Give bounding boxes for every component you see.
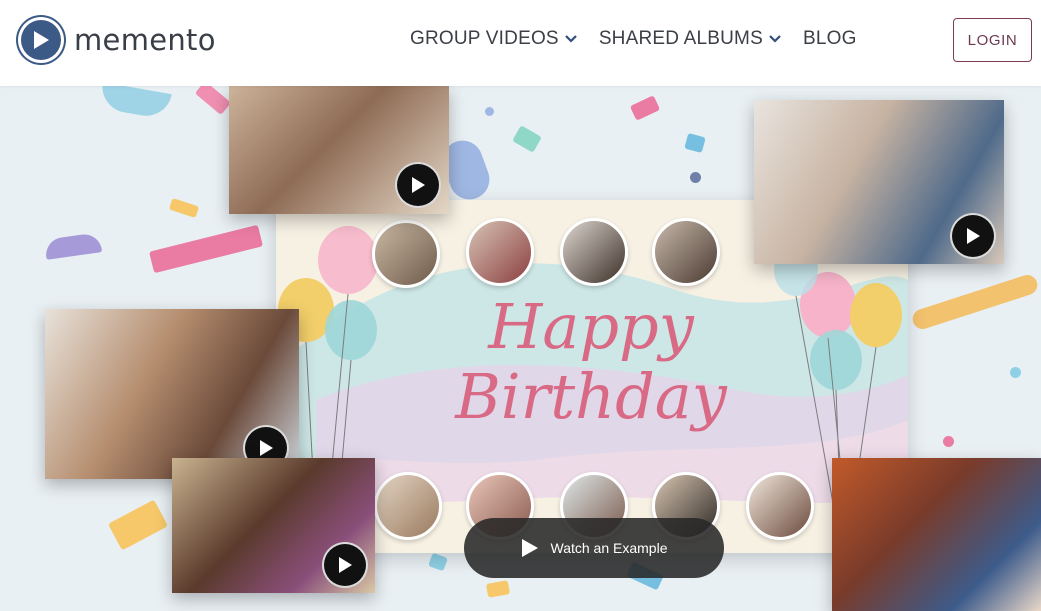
video-thumbnail[interactable] — [754, 100, 1004, 264]
confetti-piece — [910, 272, 1040, 332]
confetti-piece — [684, 132, 706, 154]
confetti-piece — [108, 499, 168, 551]
nav-label: BLOG — [802, 28, 857, 49]
confetti-piece — [194, 80, 232, 116]
confetti-piece — [690, 172, 701, 183]
avatar — [652, 218, 720, 286]
confetti-piece — [149, 224, 263, 274]
nav-label: SHARED ALBUMS — [598, 28, 763, 49]
confetti-piece — [512, 125, 542, 153]
confetti-piece — [1010, 367, 1021, 378]
avatar — [372, 220, 440, 288]
nav-blog[interactable]: BLOG — [803, 28, 857, 50]
main-nav: GROUP VIDEOS SHARED ALBUMS BLOG — [410, 28, 879, 50]
avatar — [374, 472, 442, 540]
avatar — [746, 472, 814, 540]
nav-group-videos[interactable]: GROUP VIDEOS — [410, 28, 577, 50]
play-icon — [521, 538, 539, 558]
video-thumbnail[interactable] — [172, 458, 375, 593]
login-button[interactable]: LOGIN — [953, 18, 1032, 62]
nav-label: GROUP VIDEOS — [410, 28, 559, 49]
site-header: memento GROUP VIDEOS SHARED ALBUMS BLOG … — [0, 0, 1041, 86]
logo-link[interactable]: memento — [18, 17, 216, 63]
nav-shared-albums[interactable]: SHARED ALBUMS — [599, 28, 781, 50]
chevron-down-icon — [565, 35, 577, 43]
chevron-down-icon — [769, 35, 781, 43]
confetti-piece — [629, 95, 661, 121]
confetti-piece — [485, 580, 511, 598]
play-icon[interactable] — [950, 213, 996, 259]
confetti-piece — [98, 82, 172, 120]
confetti-piece — [43, 232, 103, 260]
watch-example-label: Watch an Example — [550, 540, 668, 556]
confetti-piece — [943, 436, 954, 447]
avatar — [466, 218, 534, 286]
brand-name: memento — [74, 23, 216, 57]
card-title: Happy Birthday — [455, 290, 727, 433]
confetti-piece — [428, 552, 448, 572]
confetti-piece — [168, 197, 200, 219]
play-circle-icon — [18, 17, 64, 63]
play-icon[interactable] — [395, 162, 441, 208]
play-icon[interactable] — [322, 542, 368, 588]
video-thumbnail[interactable] — [229, 86, 449, 214]
watch-example-button[interactable]: Watch an Example — [464, 518, 724, 578]
video-thumbnail[interactable] — [45, 309, 299, 479]
confetti-piece — [485, 107, 494, 116]
avatar — [560, 218, 628, 286]
video-thumbnail[interactable] — [832, 458, 1041, 611]
